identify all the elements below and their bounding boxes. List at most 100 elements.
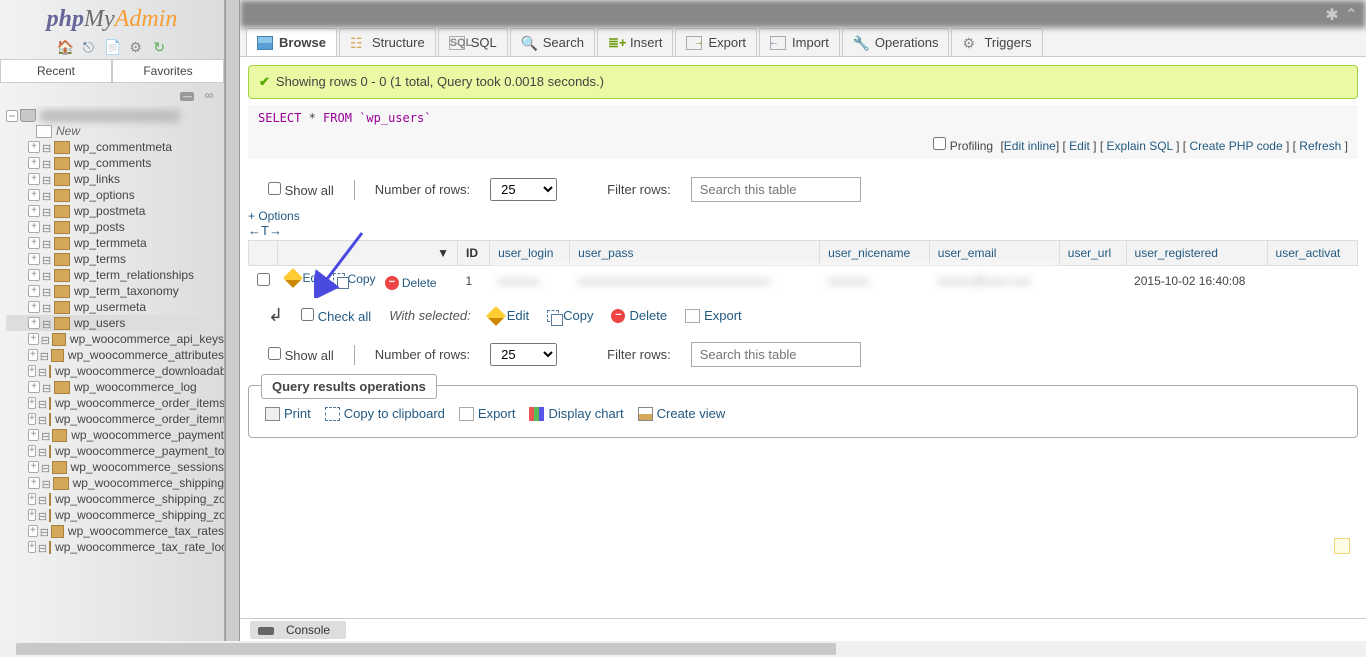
tree-table-item[interactable]: +⊟wp_usermeta [6,299,224,315]
tree-table-item[interactable]: +⊟wp_woocommerce_order_itemmeta [6,411,224,427]
col-user-activation[interactable]: user_activat [1267,241,1357,266]
col-user-email[interactable]: user_email [929,241,1059,266]
tab-insert[interactable]: ≣+Insert [597,28,674,56]
num-rows-select[interactable]: 25 [490,178,557,201]
tab-browse[interactable]: Browse [246,28,337,56]
edit-inline-link[interactable]: Edit inline [1004,139,1056,153]
copy-clipboard-button[interactable]: Copy to clipboard [325,406,445,421]
edit-link[interactable]: Edit [1069,139,1090,153]
tree-table-item[interactable]: +⊟wp_woocommerce_order_items [6,395,224,411]
plus-icon[interactable]: + [28,365,36,377]
tree-table-item[interactable]: +⊟wp_woocommerce_log [6,379,224,395]
collapse-icon[interactable]: — [180,92,194,101]
plus-icon[interactable]: + [28,269,40,281]
tab-search[interactable]: 🔍Search [510,28,595,56]
logo[interactable]: phpMyAdmin [0,0,224,35]
row-edit-button[interactable]: Edit [286,271,324,285]
bookmark-icon[interactable] [1334,538,1350,554]
tree-table-item[interactable]: +⊟wp_woocommerce_sessions [6,459,224,475]
tree-table-item[interactable]: +⊟wp_woocommerce_shipping_zones [6,507,224,523]
tree-table-item[interactable]: +⊟wp_commentmeta [6,139,224,155]
minus-icon[interactable]: − [6,110,18,122]
row-delete-button[interactable]: −Delete [385,276,437,290]
tree-table-item[interactable]: +⊟wp_users [6,315,224,331]
cell-user-registered[interactable]: 2015-10-02 16:40:08 [1126,266,1267,296]
expand-icon[interactable]: ⌃ [1345,5,1358,25]
horizontal-scrollbar[interactable] [0,641,1366,657]
plus-icon[interactable]: + [28,381,40,393]
link-icon[interactable]: ∞ [202,91,216,100]
tree-table-item[interactable]: +⊟wp_termmeta [6,235,224,251]
tab-favorites[interactable]: Favorites [112,59,224,83]
tab-sql[interactable]: SQLSQL [438,28,508,56]
plus-icon[interactable]: + [28,141,40,153]
logout-icon[interactable]: ⎋ [80,39,96,55]
plus-icon[interactable]: + [28,509,36,521]
filter-input[interactable] [691,177,861,202]
tab-operations[interactable]: 🔧Operations [842,28,950,56]
plus-icon[interactable]: + [28,541,36,553]
tree-table-item[interactable]: +⊟wp_woocommerce_downloadable [6,363,224,379]
check-all-checkbox[interactable] [301,308,314,321]
tab-recent[interactable]: Recent [0,59,112,83]
plus-icon[interactable]: + [28,301,40,313]
col-user-registered[interactable]: user_registered [1126,241,1267,266]
plus-icon[interactable]: + [28,157,40,169]
cell-user-nicename[interactable]: xxxxxxx [820,266,930,296]
bulk-edit-button[interactable]: Edit [489,308,529,323]
cell-user-pass[interactable]: xxxxxxxxxxxxxxxxxxxxxxxxxxxxxxxx [570,266,820,296]
plus-icon[interactable]: + [28,173,40,185]
show-all-label[interactable]: Show all [268,182,334,198]
plus-icon[interactable]: + [28,221,40,233]
tree-table-item[interactable]: +⊟wp_options [6,187,224,203]
tree-table-item[interactable]: +⊟wp_term_taxonomy [6,283,224,299]
col-user-login[interactable]: user_login [490,241,570,266]
tree-db-header[interactable]: − [6,108,224,123]
tree-table-item[interactable]: +⊟wp_postmeta [6,203,224,219]
plus-icon[interactable]: + [28,493,36,505]
row-checkbox[interactable] [257,273,270,286]
cell-user-email[interactable]: xxxxxx@xxxx.xxx [929,266,1059,296]
create-view-button[interactable]: Create view [638,406,726,421]
plus-icon[interactable]: + [28,477,40,489]
plus-icon[interactable]: + [28,413,36,425]
settings-icon[interactable]: ✱ [1325,5,1338,25]
plus-icon[interactable]: + [28,253,40,265]
plus-icon[interactable]: + [28,237,40,249]
plus-icon[interactable]: + [28,189,40,201]
cell-user-activation[interactable] [1267,266,1357,296]
col-user-url[interactable]: user_url [1059,241,1126,266]
sort-indicator-icon[interactable]: ▼ [437,246,449,260]
tree-table-item[interactable]: +⊟wp_term_relationships [6,267,224,283]
tree-table-item[interactable]: +⊟wp_woocommerce_payment [6,427,224,443]
sort-arrows[interactable]: ←T→ [248,221,282,240]
plus-icon[interactable]: + [28,525,38,537]
tree-table-item[interactable]: +⊟wp_woocommerce_payment_tokens [6,443,224,459]
cell-user-url[interactable] [1059,266,1126,296]
col-user-pass[interactable]: user_pass [570,241,820,266]
plus-icon[interactable]: + [28,317,40,329]
tree-table-item[interactable]: +⊟wp_terms [6,251,224,267]
docs-icon[interactable]: 📄 [104,39,120,55]
filter-input-2[interactable] [691,342,861,367]
bulk-export-button[interactable]: Export [685,308,742,323]
tree-new-table[interactable]: New [6,123,224,139]
num-rows-select-2[interactable]: 25 [490,343,557,366]
sidebar-resize-handle[interactable] [225,0,240,657]
plus-icon[interactable]: + [28,205,40,217]
col-id[interactable]: ID [458,241,490,266]
plus-icon[interactable]: + [28,349,38,361]
cell-id[interactable]: 1 [458,266,490,296]
tree-table-item[interactable]: +⊟wp_links [6,171,224,187]
tab-import[interactable]: Import [759,28,840,56]
explain-link[interactable]: Explain SQL [1107,139,1173,153]
tree-table-item[interactable]: +⊟wp_woocommerce_tax_rates [6,523,224,539]
plus-icon[interactable]: + [28,285,40,297]
plus-icon[interactable]: + [28,461,39,473]
home-icon[interactable]: 🏠 [57,39,73,55]
show-all-checkbox[interactable] [268,182,281,195]
show-all-label-2[interactable]: Show all [268,347,334,363]
row-copy-button[interactable]: Copy [333,272,376,286]
plus-icon[interactable]: + [28,445,36,457]
tree-table-item[interactable]: +⊟wp_posts [6,219,224,235]
